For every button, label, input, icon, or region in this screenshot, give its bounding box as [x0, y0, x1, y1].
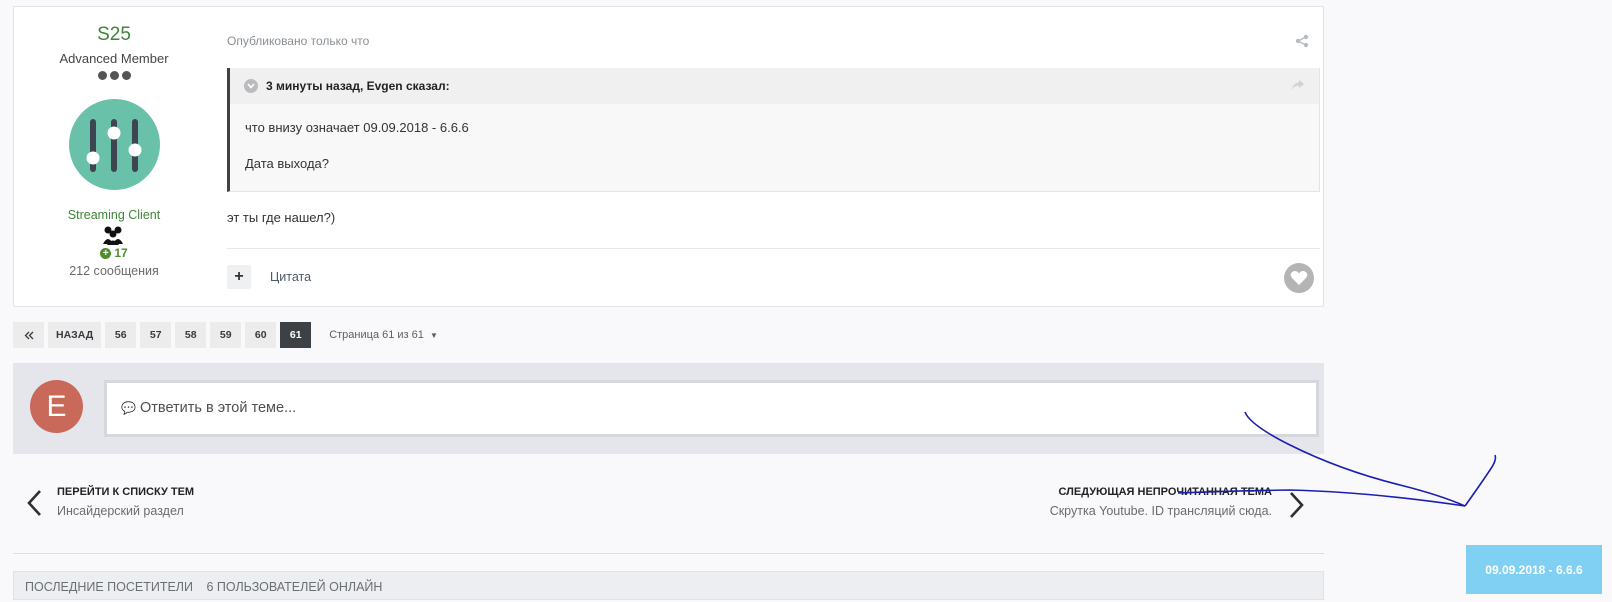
- rank-pips: [14, 71, 214, 80]
- online-users-bar: Последние посетители 6 пользователей онл…: [13, 571, 1324, 600]
- reputation: + 17: [14, 246, 214, 260]
- quote-text: что внизу означает 09.09.2018 - 6.6.6: [245, 120, 469, 135]
- chevron-right-icon[interactable]: [1288, 490, 1306, 520]
- version-toast[interactable]: 09.09.2018 - 6.6.6: [1466, 545, 1602, 594]
- forum-name[interactable]: Инсайдерский раздел: [57, 504, 184, 518]
- page-button[interactable]: 60: [245, 322, 277, 348]
- back-to-topics-link[interactable]: ПЕРЕЙТИ К СПИСКУ ТЕМ: [57, 486, 194, 498]
- quote-text: Дата выхода?: [245, 156, 329, 171]
- equalizer-icon: [86, 119, 142, 172]
- post-timestamp[interactable]: Опубликовано только что: [227, 34, 369, 48]
- like-button[interactable]: [1284, 263, 1314, 293]
- speech-bubble-icon: 💬: [121, 401, 136, 415]
- rank-pip: [121, 71, 131, 80]
- reply-input[interactable]: 💬 Ответить в этой теме...: [104, 380, 1319, 437]
- multiquote-button[interactable]: +: [227, 265, 251, 289]
- page-jump-label: Страница 61 из 61: [329, 329, 424, 341]
- rank-pip: [97, 71, 107, 80]
- quote-button[interactable]: Цитата: [270, 270, 311, 284]
- next-unread-link[interactable]: СЛЕДУЮЩАЯ НЕПРОЧИТАННАЯ ТЕМА: [1059, 486, 1273, 498]
- page-button[interactable]: 58: [175, 322, 207, 348]
- author-name[interactable]: S25: [14, 24, 214, 46]
- plus-circle-icon: +: [100, 247, 112, 259]
- author-panel: S25 Advanced Member Streaming Client + 1…: [14, 7, 214, 306]
- chevron-down-icon[interactable]: [244, 79, 258, 93]
- group-members-icon: [103, 226, 123, 245]
- first-page-button[interactable]: [13, 322, 44, 348]
- page-button[interactable]: 59: [210, 322, 242, 348]
- next-topic-title[interactable]: Скрутка Youtube. ID трансляций сюда.: [1050, 504, 1272, 518]
- reply-area: E 💬 Ответить в этой теме...: [13, 363, 1324, 454]
- post-card: S25 Advanced Member Streaming Client + 1…: [13, 6, 1324, 307]
- rank-pip: [109, 71, 119, 80]
- recent-visitors-label[interactable]: Последние посетители: [25, 580, 193, 594]
- double-chevron-left-icon: [24, 331, 33, 339]
- chevron-left-icon[interactable]: [25, 488, 43, 518]
- pagination: НАЗАД 56 57 58 59 60 61 Страница 61 из 6…: [13, 322, 438, 348]
- share-icon[interactable]: [1295, 34, 1309, 48]
- divider: [13, 553, 1324, 554]
- online-count-label: 6 пользователей онлайн: [206, 580, 383, 594]
- page-button[interactable]: 56: [105, 322, 137, 348]
- share-arrow-icon[interactable]: [1291, 79, 1305, 91]
- author-group: Streaming Client: [67, 208, 161, 222]
- quote-citation: 3 минуты назад, Evgen сказал:: [266, 79, 450, 93]
- post-count: 212 сообщения: [69, 264, 159, 278]
- reputation-count: 17: [114, 246, 128, 260]
- prev-page-button[interactable]: НАЗАД: [48, 322, 102, 348]
- divider: [227, 248, 1320, 249]
- quote-header: 3 минуты назад, Evgen сказал:: [230, 68, 1319, 104]
- caret-down-icon: ▼: [429, 331, 438, 340]
- post-content: эт ты где нашел?): [227, 210, 336, 225]
- author-avatar[interactable]: [69, 99, 160, 190]
- heart-icon: [1290, 271, 1308, 285]
- user-avatar[interactable]: E: [30, 380, 83, 433]
- quote-block: 3 минуты назад, Evgen сказал: что внизу …: [227, 68, 1320, 192]
- reply-placeholder: Ответить в этой теме...: [139, 400, 297, 416]
- page-jump-dropdown[interactable]: Страница 61 из 61 ▼: [329, 329, 438, 341]
- author-rank: Advanced Member: [59, 51, 169, 66]
- current-page-button[interactable]: 61: [280, 322, 312, 348]
- page-button[interactable]: 57: [140, 322, 172, 348]
